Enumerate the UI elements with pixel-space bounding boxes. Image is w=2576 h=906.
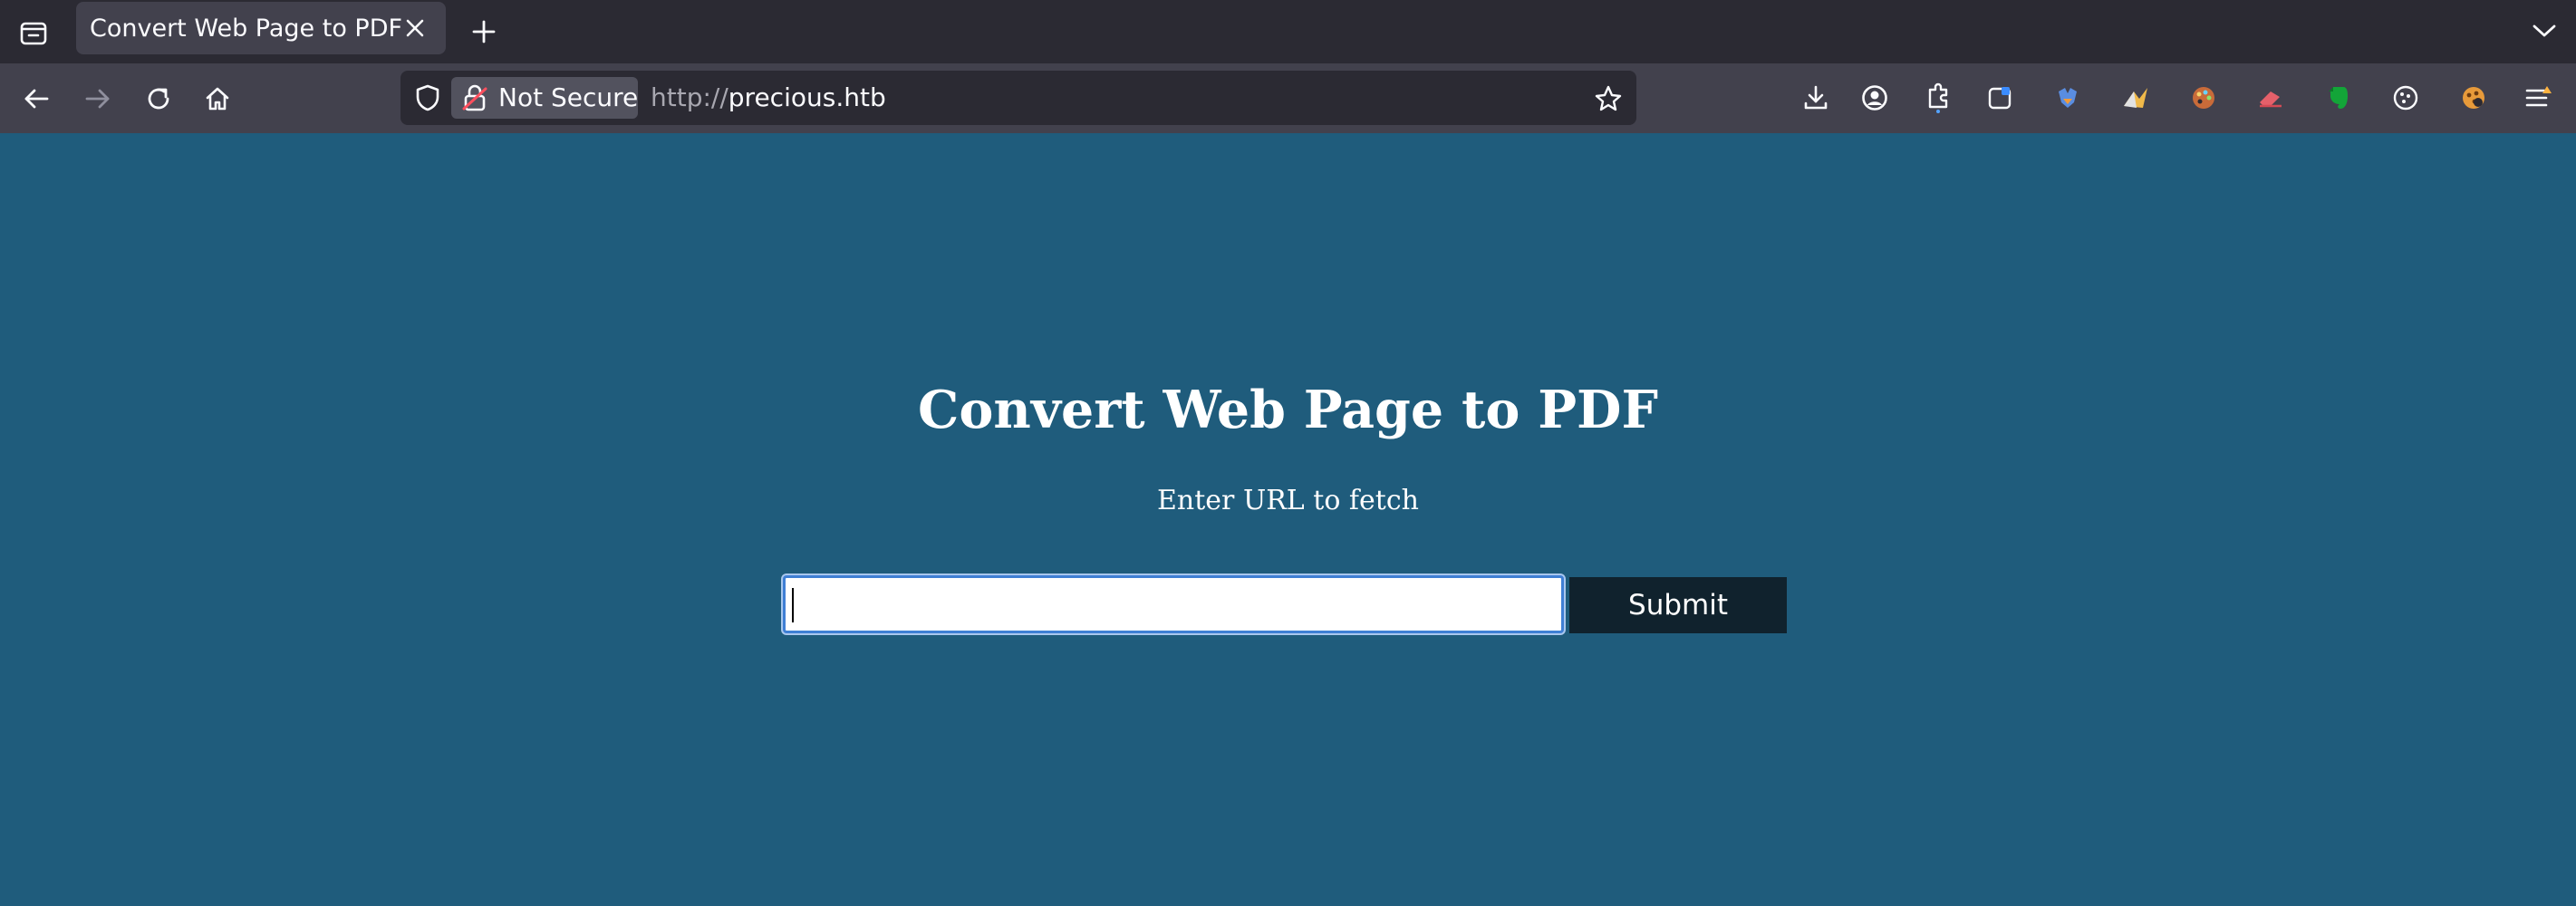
tab-list-icon bbox=[20, 22, 47, 45]
extension-button-7[interactable] bbox=[2384, 76, 2427, 120]
url-host: precious.htb bbox=[728, 82, 886, 112]
cookie-editor-extension-icon bbox=[2463, 87, 2484, 109]
forward-button[interactable] bbox=[76, 77, 120, 120]
url-bar[interactable]: Not Secure http://precious.htb bbox=[400, 71, 1636, 125]
text-caret bbox=[792, 588, 794, 622]
page-content: Convert Web Page to PDF Enter URL to fet… bbox=[0, 133, 2576, 906]
wappalyzer-extension-icon bbox=[2124, 88, 2147, 108]
account-icon bbox=[1862, 85, 1887, 111]
tracking-protection-button[interactable] bbox=[408, 78, 448, 118]
foxyproxy-extension-icon bbox=[2059, 88, 2077, 108]
tab-active[interactable]: Convert Web Page to PDF bbox=[76, 2, 446, 54]
star-icon bbox=[1595, 85, 1622, 111]
url-input[interactable] bbox=[783, 575, 1564, 633]
bookmark-button[interactable] bbox=[1589, 80, 1627, 118]
chevron-down-icon bbox=[2533, 24, 2556, 37]
extension-button-1[interactable] bbox=[1978, 76, 2021, 120]
page-subtitle: Enter URL to fetch bbox=[1157, 485, 1419, 516]
extension-button-8[interactable] bbox=[2452, 76, 2495, 120]
tab-title: Convert Web Page to PDF bbox=[90, 14, 403, 43]
close-icon bbox=[406, 19, 424, 37]
account-button[interactable] bbox=[1853, 76, 1896, 120]
url-scheme: http:// bbox=[651, 82, 728, 112]
navigation-toolbar: Not Secure http://precious.htb bbox=[0, 63, 2576, 133]
evernote-extension-icon bbox=[2329, 87, 2348, 109]
site-identity-button[interactable]: Not Secure bbox=[451, 77, 638, 119]
not-secure-label: Not Secure bbox=[498, 82, 639, 112]
cookie-extension-icon bbox=[2393, 85, 2418, 111]
plus-icon bbox=[472, 20, 496, 43]
download-icon bbox=[1804, 85, 1828, 110]
insecure-lock-icon bbox=[462, 84, 487, 111]
url-text[interactable]: http://precious.htb bbox=[651, 84, 886, 111]
list-all-tabs-button[interactable] bbox=[2523, 9, 2566, 53]
arrow-right-icon bbox=[85, 89, 110, 109]
app-menu-button[interactable] bbox=[2517, 76, 2561, 120]
extension-button-6[interactable] bbox=[2317, 76, 2360, 120]
page-title: Convert Web Page to PDF bbox=[918, 380, 1658, 440]
hamburger-menu-icon bbox=[2525, 86, 2552, 107]
home-icon bbox=[206, 87, 229, 111]
new-tab-button[interactable] bbox=[462, 10, 506, 53]
home-button[interactable] bbox=[196, 77, 239, 120]
downloads-button[interactable] bbox=[1794, 76, 1838, 120]
reload-button[interactable] bbox=[137, 77, 180, 120]
sidebar-extension-icon bbox=[1988, 87, 2012, 110]
puzzle-icon bbox=[1928, 82, 1948, 113]
tab-list-button[interactable] bbox=[11, 10, 56, 55]
arrow-left-icon bbox=[24, 89, 49, 109]
tab-close-button[interactable] bbox=[397, 10, 433, 46]
submit-button[interactable]: Submit bbox=[1569, 577, 1787, 633]
palette-extension-icon bbox=[2193, 87, 2214, 109]
extension-button-4[interactable] bbox=[2182, 76, 2225, 120]
eraser-extension-icon bbox=[2260, 92, 2282, 108]
back-button[interactable] bbox=[14, 77, 58, 120]
extension-button-5[interactable] bbox=[2249, 76, 2292, 120]
tab-strip: Convert Web Page to PDF bbox=[0, 0, 2576, 63]
shield-icon bbox=[416, 84, 439, 111]
extension-button-3[interactable] bbox=[2114, 76, 2157, 120]
extensions-button[interactable] bbox=[1916, 76, 1960, 120]
reload-icon bbox=[148, 88, 169, 110]
extension-button-2[interactable] bbox=[2046, 76, 2089, 120]
